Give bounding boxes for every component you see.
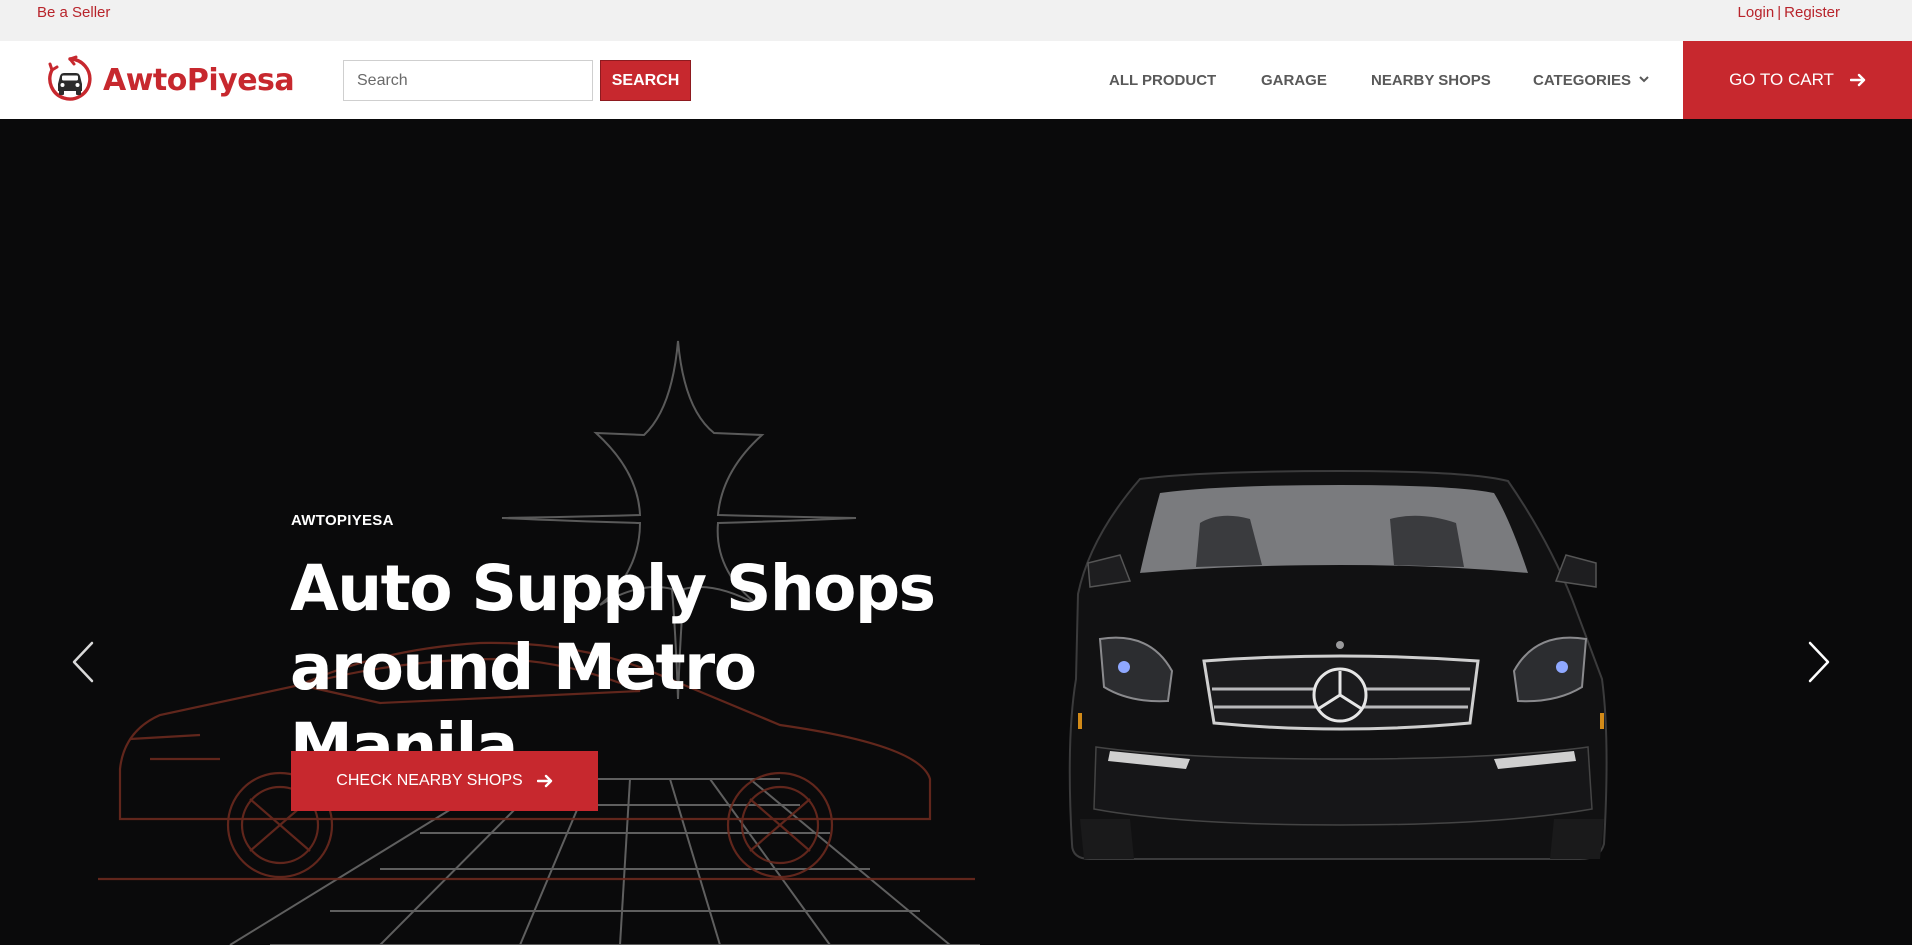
brand-logo[interactable]: AwtoPiyesa — [46, 54, 295, 106]
nav-garage-label: GARAGE — [1261, 71, 1327, 89]
be-a-seller-link[interactable]: Be a Seller — [37, 4, 110, 21]
go-to-cart-label: GO TO CART — [1729, 70, 1834, 89]
nav-categories[interactable]: CATEGORIES — [1533, 41, 1649, 119]
chevron-down-icon — [1639, 75, 1649, 82]
auth-links: Login | Register — [1738, 4, 1840, 21]
arrow-right-icon — [536, 774, 552, 788]
chevron-left-icon[interactable] — [64, 637, 104, 687]
nav-garage[interactable]: GARAGE — [1261, 41, 1327, 119]
car-logo-icon — [48, 55, 92, 101]
hero-slider: AWTOPIYESA Auto Supply Shops around Metr… — [0, 119, 1912, 945]
brand-name: AwtoPiyesa — [103, 62, 295, 98]
search-input[interactable] — [343, 60, 593, 101]
nav-all-product-label: ALL PRODUCT — [1109, 71, 1217, 89]
hero-headline-line-1: Auto Supply Shops — [290, 552, 936, 625]
arrow-right-icon — [1849, 73, 1866, 87]
nav-nearby-shops-label: NEARBY SHOPS — [1371, 71, 1491, 89]
top-bar: Be a Seller Login | Register — [0, 0, 1912, 41]
auth-separator: | — [1777, 4, 1782, 21]
hero-eyebrow: AWTOPIYESA — [291, 512, 394, 529]
login-link[interactable]: Login — [1738, 4, 1775, 21]
register-link[interactable]: Register — [1784, 4, 1840, 21]
nav-categories-label: CATEGORIES — [1533, 71, 1632, 89]
chevron-right-icon[interactable] — [1798, 637, 1838, 687]
go-to-cart-button[interactable]: GO TO CART — [1683, 41, 1912, 119]
nav-all-product[interactable]: ALL PRODUCT — [1109, 41, 1216, 119]
check-nearby-shops-button[interactable]: CHECK NEARBY SHOPS — [291, 751, 598, 811]
car-front-image — [1068, 469, 1608, 860]
search-button[interactable]: SEARCH — [600, 60, 691, 101]
nav-nearby-shops[interactable]: NEARBY SHOPS — [1371, 41, 1491, 119]
main-header: AwtoPiyesa SEARCH ALL PRODUCT GARAGE NEA… — [0, 41, 1912, 119]
check-nearby-shops-label: CHECK NEARBY SHOPS — [336, 772, 523, 789]
hero-background-art — [98, 340, 1608, 945]
